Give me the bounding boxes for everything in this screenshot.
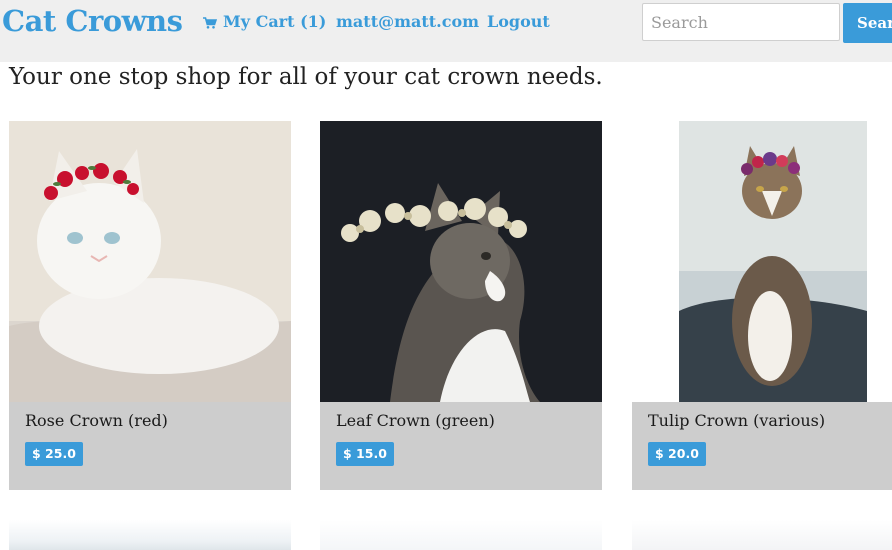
product-title[interactable]: Tulip Crown (various): [648, 411, 825, 430]
product-image-white-cat-rose-crown[interactable]: [9, 121, 291, 402]
page-tagline: Your one stop shop for all of your cat c…: [9, 64, 603, 90]
search-input[interactable]: [642, 3, 840, 41]
price-badge: $ 25.0: [25, 442, 83, 466]
search-button[interactable]: Search: [843, 3, 892, 43]
product-card-rose-crown[interactable]: Rose Crown (red) $ 25.0: [9, 121, 291, 490]
product-card-next-row-2[interactable]: [320, 520, 602, 550]
product-image-calico-cat-tulip-crown[interactable]: [632, 121, 892, 402]
top-navbar: Cat Crowns My Cart (1) matt@matt.com Log…: [0, 0, 892, 62]
product-card-next-row-3[interactable]: [632, 520, 892, 550]
product-card-leaf-crown[interactable]: Leaf Crown (green) $ 15.0: [320, 121, 602, 490]
product-title[interactable]: Leaf Crown (green): [336, 411, 495, 430]
brand-logo-link[interactable]: Cat Crowns: [2, 4, 183, 38]
my-cart-link[interactable]: My Cart (1): [203, 12, 326, 31]
product-card-tulip-crown[interactable]: Tulip Crown (various) $ 20.0: [632, 121, 892, 490]
logout-link[interactable]: Logout: [487, 12, 550, 31]
product-title[interactable]: Rose Crown (red): [25, 411, 168, 430]
price-badge: $ 20.0: [648, 442, 706, 466]
user-email-link[interactable]: matt@matt.com: [336, 12, 479, 31]
my-cart-label: My Cart (1): [223, 12, 327, 31]
shopping-cart-icon: [203, 17, 218, 29]
product-image-tabby-cat-leaf-crown[interactable]: [320, 121, 602, 402]
price-badge: $ 15.0: [336, 442, 394, 466]
product-card-next-row-1[interactable]: [9, 520, 291, 550]
